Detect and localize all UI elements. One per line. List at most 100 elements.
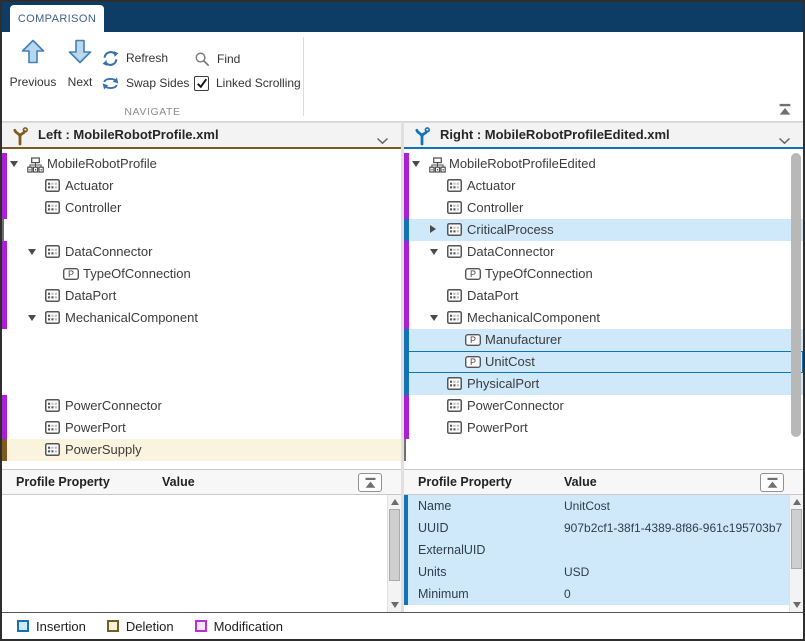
tab-comparison[interactable]: COMPARISON <box>10 5 104 32</box>
insertion-bar <box>404 373 409 395</box>
comparison-window: COMPARISON Previous Next Refresh <box>0 0 805 641</box>
next-label: Next <box>68 75 93 89</box>
tree-item-dataport[interactable]: DataPort <box>2 285 401 307</box>
tree-item-dataport[interactable]: DataPort <box>404 285 803 307</box>
diff-marker-bar <box>404 439 406 461</box>
property-row-name[interactable]: NameUnitCost <box>404 495 789 517</box>
left-property-scrollbar[interactable] <box>387 495 401 612</box>
tree-item-powerport[interactable]: PowerPort <box>2 417 401 439</box>
tree-item-dataconnector[interactable]: DataConnector <box>404 241 803 263</box>
insertion-bar <box>404 539 408 561</box>
find-label: Find <box>217 52 240 66</box>
tree-item-powersupply[interactable]: PowerSupply <box>2 439 401 461</box>
scroll-up-arrow[interactable] <box>391 499 399 505</box>
tree-item-mechanicalcomponent[interactable]: MechanicalComponent <box>2 307 401 329</box>
insertion-bar <box>404 495 408 517</box>
tree-item-physicalport[interactable]: PhysicalPort <box>404 373 803 395</box>
tree-item-controller[interactable]: Controller <box>2 197 401 219</box>
tree-item-actuator[interactable]: Actuator <box>2 175 401 197</box>
swap-sides-button[interactable]: Swap Sides <box>102 73 189 93</box>
property-value: UnitCost <box>564 499 610 513</box>
scrollbar-thumb[interactable] <box>791 153 801 437</box>
deletion-bar <box>2 439 7 461</box>
property-row-externaluid[interactable]: ExternalUID <box>404 539 789 561</box>
next-button[interactable]: Next <box>60 38 100 114</box>
property-row-units[interactable]: UnitsUSD <box>404 561 789 583</box>
tree-item-label: CriticalProcess <box>467 222 554 237</box>
left-collapse-property-pane-button[interactable] <box>358 473 382 492</box>
scroll-down-arrow[interactable] <box>391 602 399 608</box>
find-button[interactable]: Find <box>194 49 240 69</box>
stereotype-icon <box>45 201 60 219</box>
tree-item-typeofconnection[interactable]: PTypeOfConnection <box>2 263 401 285</box>
property-row-minimum[interactable]: Minimum0 <box>404 583 789 605</box>
stereotype-icon <box>45 245 60 263</box>
property-icon: P <box>465 355 481 373</box>
tree-item-mobilerobotprofileedited[interactable]: MobileRobotProfileEdited <box>404 153 803 175</box>
tree-item-label: Controller <box>467 200 523 215</box>
scrollbar-thumb[interactable] <box>389 509 400 581</box>
expander-open-icon[interactable] <box>10 161 18 167</box>
scrollbar-thumb[interactable] <box>791 509 802 569</box>
insertion-bar <box>404 517 408 539</box>
refresh-button[interactable]: Refresh <box>102 48 168 68</box>
linked-scrolling-toggle[interactable]: Linked Scrolling <box>194 73 301 93</box>
stereotype-icon <box>447 179 462 197</box>
expander-open-icon[interactable] <box>28 249 36 255</box>
left-pane-title: Left : MobileRobotProfile.xml <box>38 127 219 142</box>
expander-closed-icon[interactable] <box>430 225 436 233</box>
swap-sides-label: Swap Sides <box>126 76 189 90</box>
legend-item-insertion: Insertion <box>17 619 86 634</box>
tree-item-mechanicalcomponent[interactable]: MechanicalComponent <box>404 307 803 329</box>
tree-item-typeofconnection[interactable]: PTypeOfConnection <box>404 263 803 285</box>
arrow-down-icon <box>66 38 94 66</box>
diff-legend: InsertionDeletionModification <box>2 612 803 639</box>
swap-sides-icon <box>102 75 119 92</box>
expander-open-icon[interactable] <box>28 315 36 321</box>
tree-item-mobilerobotprofile[interactable]: MobileRobotProfile <box>2 153 401 175</box>
scroll-up-arrow[interactable] <box>793 499 801 505</box>
right-collapse-property-pane-button[interactable] <box>760 473 784 492</box>
tree-item-empty <box>2 351 401 373</box>
right-pane-header: Right : MobileRobotProfileEdited.xml <box>404 122 803 149</box>
tree-item-criticalprocess[interactable]: CriticalProcess <box>404 219 803 241</box>
insertion-bar <box>404 561 408 583</box>
tree-item-dataconnector[interactable]: DataConnector <box>2 241 401 263</box>
property-row-uuid[interactable]: UUID 907b2cf1-38f1-4389-8f86-961c195703b7 <box>404 517 789 539</box>
previous-button[interactable]: Previous <box>6 38 60 114</box>
tree-item-label: DataConnector <box>467 244 554 259</box>
tab-comparison-label: COMPARISON <box>18 13 96 25</box>
expander-open-icon[interactable] <box>412 161 420 167</box>
comparison-panes: Left : MobileRobotProfile.xml MobileRobot… <box>2 122 803 612</box>
arrow-up-icon <box>19 38 47 66</box>
tree-item-powerconnector[interactable]: PowerConnector <box>404 395 803 417</box>
expander-open-icon[interactable] <box>430 249 438 255</box>
legend-label: Modification <box>214 619 283 634</box>
modification-bar <box>404 285 409 307</box>
tree-item-actuator[interactable]: Actuator <box>404 175 803 197</box>
tree-item-label: DataPort <box>467 288 518 303</box>
deletion-swatch <box>107 620 119 632</box>
tree-item-manufacturer[interactable]: PManufacturer <box>404 329 803 351</box>
expander-open-icon[interactable] <box>430 315 438 321</box>
tree-item-powerport[interactable]: PowerPort <box>404 417 803 439</box>
property-name: UUID <box>418 521 449 535</box>
tree-item-unitcost[interactable]: PUnitCost <box>404 351 803 373</box>
modification-bar <box>2 175 7 197</box>
tree-item-powerconnector[interactable]: PowerConnector <box>2 395 401 417</box>
stereotype-icon <box>45 421 60 439</box>
modification-bar <box>404 395 409 417</box>
collapse-ribbon-button[interactable] <box>775 102 795 116</box>
scroll-down-arrow[interactable] <box>793 602 801 608</box>
right-tree-scrollbar[interactable] <box>790 151 802 467</box>
property-value: 907b2cf1-38f1-4389-8f86-961c195703b7 <box>564 521 782 535</box>
linked-scrolling-checkbox[interactable] <box>194 76 209 91</box>
stereotype-icon <box>447 377 462 395</box>
left-pane: Left : MobileRobotProfile.xml MobileRobot… <box>2 122 401 612</box>
right-property-scrollbar[interactable] <box>789 495 803 612</box>
stereotype-icon <box>447 245 462 263</box>
insertion-bar <box>404 329 409 351</box>
modification-bar <box>2 263 7 285</box>
tree-item-controller[interactable]: Controller <box>404 197 803 219</box>
tree-item-label: MobileRobotProfileEdited <box>449 156 596 171</box>
